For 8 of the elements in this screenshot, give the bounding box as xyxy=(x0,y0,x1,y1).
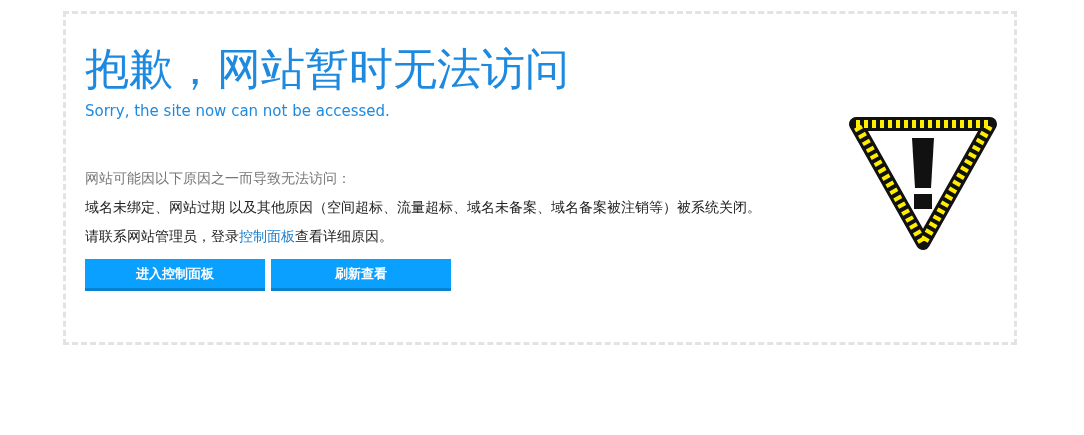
action-button[interactable]: 进入控制面板 xyxy=(85,259,265,291)
intro-text: 网站可能因以下原因之一而导致无法访问： xyxy=(85,169,352,188)
control-panel-link[interactable]: 控制面板 xyxy=(239,228,295,244)
contact-text: 请联系网站管理员，登录控制面板查看详细原因。 xyxy=(85,227,394,246)
page-subtitle: Sorry, the site now can not be accessed. xyxy=(85,102,391,120)
page-title: 抱歉，网站暂时无法访问 xyxy=(85,42,570,96)
reason-text: 域名未绑定、网站过期 以及其他原因（空间超标、流量超标、域名未备案、域名备案被注销等）被系统关闭。 xyxy=(85,198,763,217)
action-button[interactable]: 刷新查看 xyxy=(271,259,451,291)
